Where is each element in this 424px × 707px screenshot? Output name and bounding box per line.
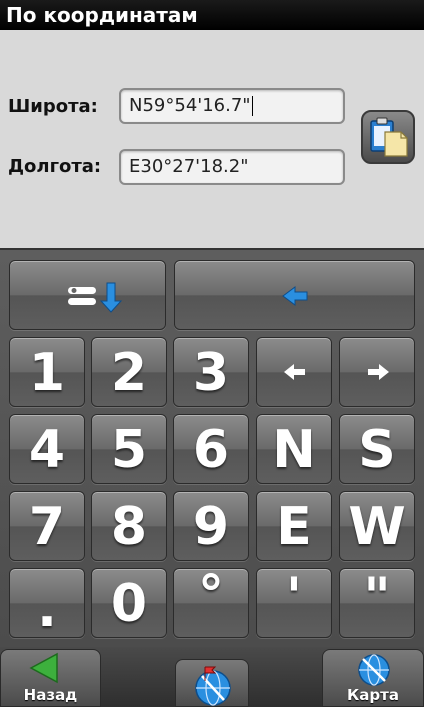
key-label: E bbox=[276, 497, 312, 557]
key-label: W bbox=[348, 497, 406, 557]
key-label: 9 bbox=[192, 497, 230, 557]
key-s[interactable]: S bbox=[339, 414, 415, 484]
latitude-input[interactable]: N59°54'16.7" bbox=[119, 88, 345, 124]
arrow-left-icon bbox=[284, 364, 305, 380]
key-6[interactable]: 6 bbox=[173, 414, 249, 484]
cursor-left-button[interactable] bbox=[256, 337, 332, 407]
coordinate-form: Широта: N59°54'16.7" Долгота: E30°27'18.… bbox=[0, 30, 424, 248]
key-label: 6 bbox=[192, 420, 230, 480]
key-minute[interactable]: ' bbox=[256, 568, 332, 638]
globe-icon bbox=[358, 654, 390, 686]
key-decimal-point[interactable]: . bbox=[9, 568, 85, 639]
back-button[interactable]: Назад bbox=[0, 649, 101, 707]
key-4[interactable]: 4 bbox=[9, 414, 85, 484]
latitude-label: Широта: bbox=[8, 96, 98, 117]
bottom-bar: Назад Карта bbox=[0, 647, 424, 707]
key-0[interactable]: 0 bbox=[91, 568, 167, 638]
key-label: 2 bbox=[110, 343, 148, 403]
switch-field-button[interactable] bbox=[9, 260, 166, 330]
map-button[interactable]: Карта bbox=[322, 649, 424, 707]
back-label: Назад bbox=[23, 686, 78, 704]
backspace-button[interactable] bbox=[174, 260, 415, 330]
backspace-icon bbox=[282, 286, 308, 306]
key-label: 5 bbox=[110, 420, 148, 480]
key-1[interactable]: 1 bbox=[9, 337, 85, 407]
center-map-button[interactable] bbox=[175, 659, 249, 707]
map-label: Карта bbox=[347, 686, 399, 704]
paste-button[interactable] bbox=[361, 110, 415, 164]
key-second[interactable]: " bbox=[339, 568, 415, 638]
globe-flag-icon bbox=[195, 666, 231, 706]
key-e[interactable]: E bbox=[256, 491, 332, 561]
keypad: 1 2 3 4 5 6 N S 7 8 9 E W . 0 ° ' " bbox=[0, 248, 424, 649]
arrow-right-icon bbox=[368, 364, 389, 380]
key-label: 7 bbox=[28, 497, 66, 557]
key-3[interactable]: 3 bbox=[173, 337, 249, 407]
key-degree[interactable]: ° bbox=[173, 568, 249, 638]
key-label: 0 bbox=[110, 574, 148, 634]
key-label: ' bbox=[286, 567, 302, 627]
text-caret bbox=[251, 96, 253, 116]
clipboard-paste-icon bbox=[370, 117, 408, 157]
key-5[interactable]: 5 bbox=[91, 414, 167, 484]
key-w[interactable]: W bbox=[339, 491, 415, 561]
key-label: " bbox=[363, 567, 391, 627]
longitude-value: E30°27'18.2" bbox=[129, 156, 249, 177]
key-label: ° bbox=[198, 565, 224, 625]
key-2[interactable]: 2 bbox=[91, 337, 167, 407]
back-arrow-icon bbox=[29, 652, 58, 684]
key-9[interactable]: 9 bbox=[173, 491, 249, 561]
key-label: 8 bbox=[110, 497, 148, 557]
longitude-input[interactable]: E30°27'18.2" bbox=[119, 149, 345, 185]
key-label: . bbox=[37, 579, 57, 639]
key-label: 4 bbox=[28, 420, 66, 480]
key-label: 1 bbox=[28, 343, 66, 403]
key-label: 3 bbox=[192, 343, 230, 403]
latitude-value: N59°54'16.7" bbox=[129, 95, 251, 116]
key-label: N bbox=[272, 420, 316, 480]
switch-field-icon bbox=[68, 282, 123, 313]
key-8[interactable]: 8 bbox=[91, 491, 167, 561]
cursor-right-button[interactable] bbox=[339, 337, 415, 407]
key-7[interactable]: 7 bbox=[9, 491, 85, 561]
page-title: По координатам bbox=[0, 0, 424, 30]
key-n[interactable]: N bbox=[256, 414, 332, 484]
longitude-label: Долгота: bbox=[8, 156, 102, 177]
key-label: S bbox=[358, 420, 396, 480]
